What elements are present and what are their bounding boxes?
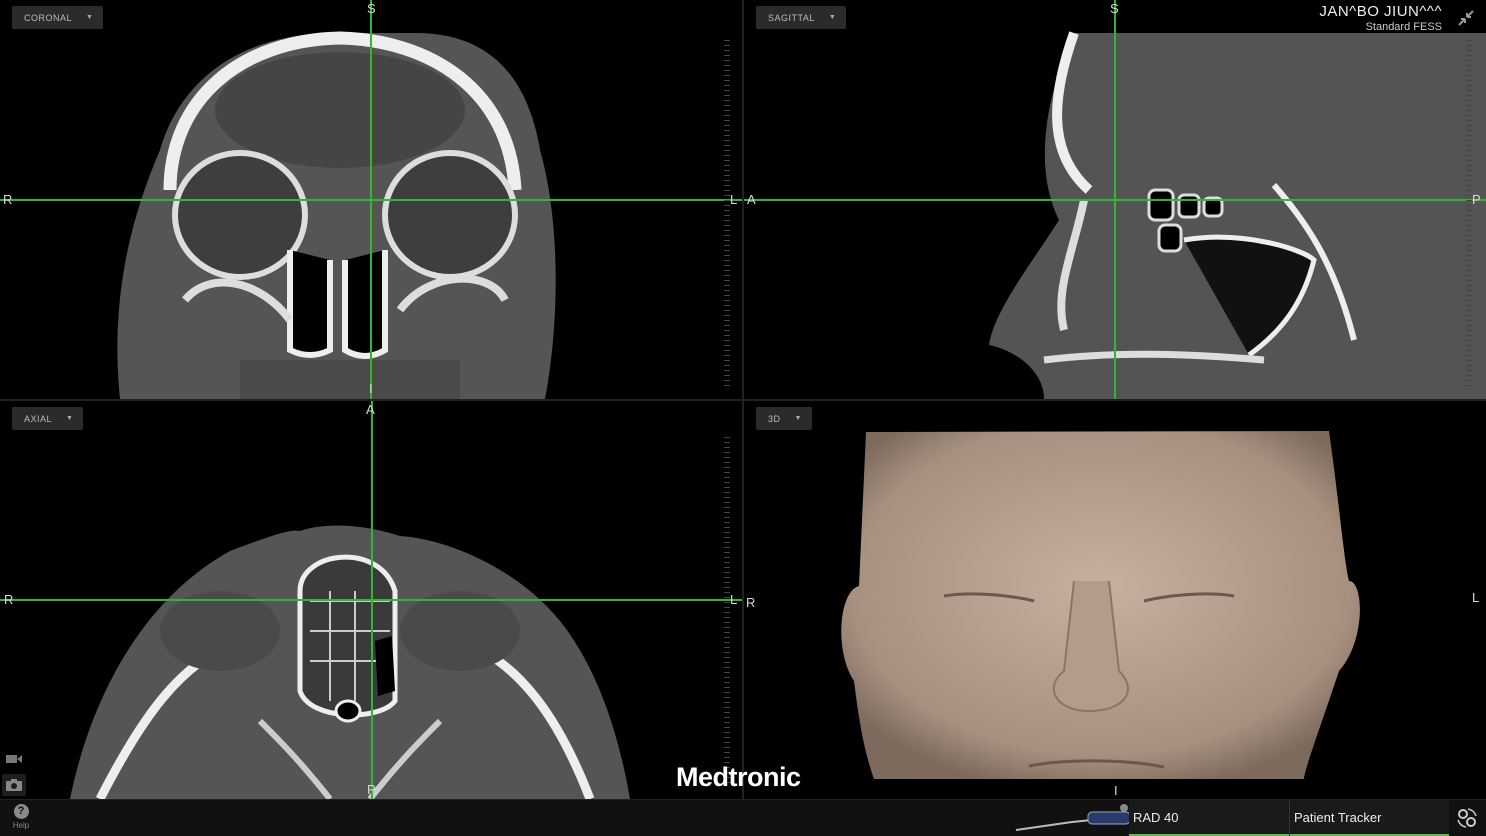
orient-top: S bbox=[367, 1, 376, 16]
tool-rad40[interactable]: RAD 40 bbox=[1129, 800, 1289, 836]
help-icon: ? bbox=[13, 804, 29, 819]
procedure-protocol: Standard FESS bbox=[1365, 21, 1442, 33]
orient-right: P bbox=[1472, 192, 1481, 207]
collapse-icon[interactable] bbox=[1456, 8, 1476, 28]
patient-name: JAN^BO JIUN^^^ bbox=[1319, 3, 1442, 20]
coronal-view-selector[interactable]: CORONAL ▼ bbox=[12, 6, 104, 29]
view-selector-label: CORONAL bbox=[24, 12, 73, 23]
orient-bottom: I bbox=[1114, 783, 1118, 798]
3d-face-render bbox=[841, 431, 1360, 779]
tool-name: Patient Tracker bbox=[1294, 810, 1382, 825]
orient-bottom: P bbox=[367, 782, 376, 797]
camera-icon bbox=[6, 779, 22, 791]
tool-patient-tracker[interactable]: Patient Tracker bbox=[1289, 800, 1449, 836]
chevron-down-icon: ▼ bbox=[828, 14, 837, 21]
axial-viewport[interactable]: AXIAL ▼ A R L P bbox=[0, 401, 742, 799]
crosshair-horizontal[interactable] bbox=[0, 599, 742, 601]
chevron-down-icon: ▼ bbox=[794, 415, 802, 422]
3d-view-selector[interactable]: 3D ▼ bbox=[756, 407, 812, 430]
scale-ruler bbox=[1466, 40, 1472, 390]
view-selector-label: SAGITTAL bbox=[768, 12, 815, 23]
crosshair-horizontal[interactable] bbox=[0, 199, 742, 201]
help-button[interactable]: ? Help bbox=[10, 804, 32, 830]
scale-ruler bbox=[724, 437, 730, 787]
orient-left: R bbox=[4, 592, 14, 607]
orient-top: A bbox=[366, 402, 375, 417]
viewport-divider-horizontal bbox=[0, 399, 1486, 401]
orient-left: A bbox=[747, 192, 756, 207]
orient-right: L bbox=[730, 192, 738, 207]
tool-name: RAD 40 bbox=[1133, 810, 1179, 825]
bottom-toolbar: ? Help RAD 40 Patient Tracker bbox=[0, 799, 1486, 836]
coronal-viewport[interactable]: CORONAL ▼ S R L I bbox=[0, 0, 742, 399]
orient-left: R bbox=[3, 192, 13, 207]
sagittal-view-selector[interactable]: SAGITTAL ▼ bbox=[756, 6, 847, 29]
axial-view-selector[interactable]: AXIAL ▼ bbox=[12, 407, 84, 430]
chevron-down-icon: ▼ bbox=[86, 14, 94, 21]
instrument-icon bbox=[1015, 804, 1131, 831]
camera-button[interactable] bbox=[2, 774, 26, 796]
orient-bottom: I bbox=[369, 381, 373, 396]
help-label: Help bbox=[12, 821, 30, 830]
tracking-icon[interactable] bbox=[1456, 807, 1478, 829]
video-icon[interactable] bbox=[6, 754, 22, 764]
orient-right: L bbox=[730, 592, 738, 607]
volume-3d-viewport[interactable]: 3D ▼ R L I bbox=[744, 401, 1486, 799]
orient-right: L bbox=[1472, 590, 1480, 605]
orient-top: S bbox=[1110, 1, 1119, 16]
scale-ruler bbox=[724, 40, 730, 390]
crosshair-horizontal[interactable] bbox=[744, 199, 1486, 201]
view-selector-label: AXIAL bbox=[24, 413, 53, 424]
chevron-down-icon: ▼ bbox=[66, 415, 74, 422]
sagittal-viewport[interactable]: SAGITTAL ▼ S A P S JAN^BO JIUN^^^ Standa… bbox=[744, 0, 1486, 399]
brand-logo: Medtronic bbox=[676, 762, 801, 792]
view-selector-label: 3D bbox=[768, 413, 781, 424]
orient-left: R bbox=[746, 595, 756, 610]
